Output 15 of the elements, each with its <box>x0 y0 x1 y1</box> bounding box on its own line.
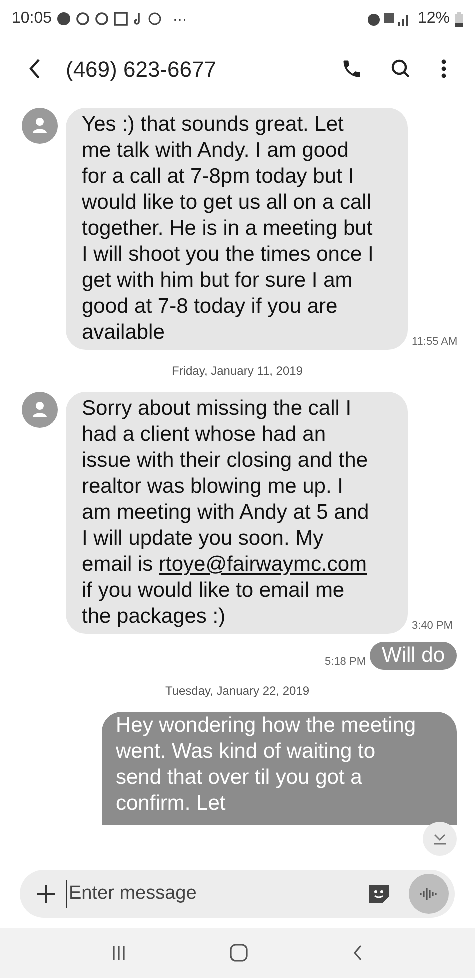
status-more: ··· <box>173 10 188 28</box>
email-link[interactable]: rtoye@fairwaymc.com <box>159 553 368 576</box>
battery-percent: 12% <box>418 9 450 29</box>
message-bubble: Yes :) that sounds great. Let me talk with Andy. I am good for a call at 7-8pm today but I would like to get us all on a call together. He is in a meeting but I will shoot you the times once I get with him but for sure I am good at 7-8 today if you are available <box>66 108 408 350</box>
date-divider: Friday, January 11, 2019 <box>172 363 303 380</box>
status-time: 10:05 <box>12 9 52 29</box>
message-bubble: Sorry about missing the call I had a client whose had an issue with their closing and the realtor was blowing me up. I am meeting with Andy at 5 and I will update you soon. My email is rtoye@fairwaymc.com if you would like to email me the packages :) <box>66 392 408 634</box>
message-time: 5:18 PM <box>325 654 366 670</box>
contact-title: (469) 623-6677 <box>66 56 216 84</box>
message-bubble: Hey wondering how the meeting went. Was kind of waiting to send that over til you got a confirm. Let <box>102 712 457 825</box>
message-bubble: Will do <box>370 642 457 670</box>
date-divider: Tuesday, January 22, 2019 <box>165 683 310 700</box>
message-time: 3:40 PM <box>412 618 453 634</box>
message-time: 11:55 AM <box>412 334 458 350</box>
message-input[interactable]: Enter message <box>20 870 455 918</box>
